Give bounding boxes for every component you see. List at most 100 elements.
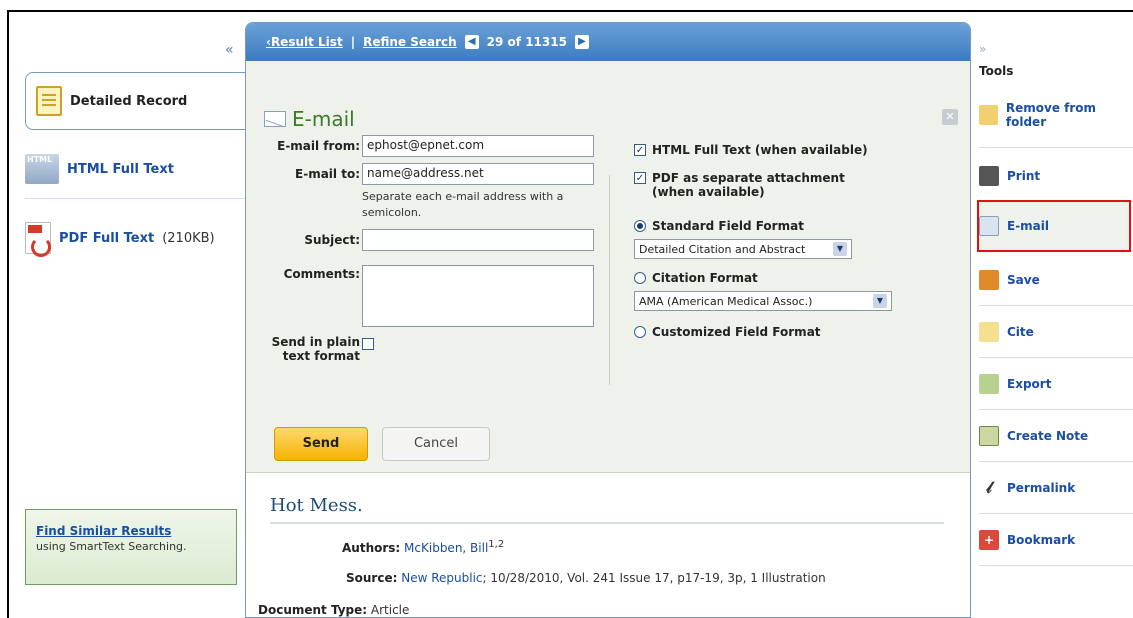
citation-format-option[interactable]: Citation Format	[634, 271, 758, 285]
collapse-left-button[interactable]: «	[225, 42, 234, 58]
cite-icon	[979, 321, 999, 342]
customized-format-radio[interactable]	[634, 326, 646, 338]
comments-field[interactable]	[362, 265, 594, 327]
standard-format-radio[interactable]	[634, 220, 646, 232]
pdf-attachment-label: PDF as separate attachment (when availab…	[652, 171, 845, 199]
email-to-hint-2: semicolon.	[362, 206, 422, 219]
standard-format-select-value: Detailed Citation and Abstract	[639, 242, 806, 256]
pdf-size: (210KB)	[162, 230, 215, 246]
result-position: 29 of 11315	[486, 35, 567, 49]
email-title-text: E-mail	[292, 107, 355, 131]
tool-export-label: Export	[1007, 376, 1052, 391]
tool-create-note-label: Create Note	[1007, 428, 1089, 443]
html-fulltext-option[interactable]: ✓ HTML Full Text (when available)	[634, 143, 868, 157]
find-similar-box[interactable]: Find Similar Results using SmartText Sea…	[25, 509, 237, 585]
tool-remove-label: Remove from folder	[1005, 100, 1097, 129]
tool-cite[interactable]: Cite	[979, 306, 1133, 358]
email-from-field[interactable]: ephost@epnet.com	[362, 135, 594, 157]
next-result-icon[interactable]: ▶	[574, 35, 589, 49]
doctype-value: Article	[370, 603, 410, 617]
author-link[interactable]: McKibben, Bill	[404, 541, 488, 555]
nav-pdf-full-text[interactable]: PDF Full Text (210KB)	[25, 222, 215, 257]
chevron-down-icon: ▼	[833, 242, 847, 256]
send-button[interactable]: Send	[274, 427, 368, 461]
pdf-attachment-label-line1: PDF as separate attachment	[652, 171, 845, 185]
tool-save[interactable]: Save	[979, 254, 1133, 306]
plain-text-label-line2: text format	[282, 349, 360, 363]
citation-format-label: Citation Format	[652, 271, 758, 285]
tool-permalink[interactable]: 𝓁 Permalink	[979, 462, 1133, 514]
standard-format-option[interactable]: Standard Field Format	[634, 219, 804, 233]
separator: |	[350, 35, 356, 49]
pdf-icon	[25, 222, 51, 257]
citation-format-radio[interactable]	[634, 272, 646, 284]
tool-bookmark[interactable]: + Bookmark	[979, 514, 1133, 566]
pdf-attachment-label-line2: (when available)	[652, 185, 765, 199]
citation-format-select[interactable]: AMA (American Medical Assoc.) ▼	[634, 291, 892, 311]
customized-format-label: Customized Field Format	[652, 325, 821, 339]
pdf-attachment-checkbox[interactable]: ✓	[634, 172, 646, 184]
export-icon	[979, 373, 999, 394]
pdf-attachment-option[interactable]: ✓ PDF as separate attachment (when avail…	[634, 171, 845, 199]
left-panel: « Detailed Record HTML HTML Full Text PD…	[9, 12, 245, 618]
standard-format-label: Standard Field Format	[652, 219, 804, 233]
nav-html-full-text[interactable]: HTML HTML Full Text	[25, 154, 174, 184]
result-list-link[interactable]: ‹Result List	[266, 35, 343, 49]
nav-detailed-record-label: Detailed Record	[70, 93, 188, 109]
nav-detailed-record[interactable]: Detailed Record	[25, 72, 245, 130]
tool-save-label: Save	[1007, 272, 1040, 287]
note-icon	[979, 425, 999, 446]
collapse-right-button[interactable]: »	[979, 42, 986, 56]
find-similar-link[interactable]: Find Similar Results	[36, 524, 226, 538]
result-nav-bar: ‹Result List | Refine Search ◀ 29 of 113…	[246, 23, 970, 61]
find-similar-subtitle: using SmartText Searching.	[36, 540, 187, 553]
save-icon	[979, 269, 999, 290]
email-to-label: E-mail to:	[295, 167, 360, 181]
refine-search-link[interactable]: Refine Search	[363, 35, 457, 49]
divider	[25, 198, 245, 199]
html-fulltext-label: HTML Full Text (when available)	[652, 143, 868, 157]
tool-print[interactable]: Print	[979, 150, 1133, 202]
plain-text-checkbox[interactable]	[362, 338, 374, 350]
author-affiliation: 1,2	[488, 539, 505, 550]
email-to-hint: Separate each e-mail address with a	[362, 190, 564, 203]
html-fulltext-checkbox[interactable]: ✓	[634, 144, 646, 156]
nav-pdf-full-text-label: PDF Full Text	[59, 230, 155, 246]
record-title: Hot Mess.	[270, 495, 944, 524]
email-panel: E-mail ✕ E-mail from: ephost@epnet.com E…	[246, 61, 970, 473]
plain-text-label: Send in plain text format	[260, 335, 360, 363]
nav-html-full-text-label: HTML Full Text	[67, 161, 174, 177]
document-icon	[36, 86, 62, 116]
tool-create-note[interactable]: Create Note	[979, 410, 1133, 462]
folder-icon	[979, 104, 998, 125]
chevron-down-icon: ▼	[873, 294, 887, 308]
source-link[interactable]: New Republic	[401, 571, 482, 585]
email-to-field[interactable]: name@address.net	[362, 163, 594, 185]
subject-label: Subject:	[304, 233, 360, 247]
tool-remove-from-folder[interactable]: Remove from folder	[979, 82, 1133, 148]
html-page-icon: HTML	[25, 154, 59, 184]
tool-export[interactable]: Export	[979, 358, 1133, 410]
standard-format-select[interactable]: Detailed Citation and Abstract ▼	[634, 239, 852, 259]
plain-text-label-line1: Send in plain	[271, 335, 360, 349]
email-icon	[979, 216, 999, 236]
cancel-button[interactable]: Cancel	[382, 427, 490, 461]
source-label: Source:	[346, 571, 398, 585]
authors-row: Authors: McKibben, Bill1,2	[342, 539, 504, 555]
form-divider	[609, 175, 610, 385]
tools-panel: » Tools Remove from folder Print E-mail …	[973, 22, 1133, 618]
tool-print-label: Print	[1007, 168, 1041, 183]
previous-result-icon[interactable]: ◀	[464, 35, 479, 49]
comments-label: Comments:	[283, 267, 360, 281]
subject-field[interactable]	[362, 229, 594, 251]
customized-format-option[interactable]: Customized Field Format	[634, 325, 821, 339]
tool-email[interactable]: E-mail	[977, 200, 1131, 252]
tool-permalink-label: Permalink	[1007, 480, 1076, 495]
authors-label: Authors:	[342, 541, 401, 555]
close-icon[interactable]: ✕	[942, 109, 958, 125]
bookmark-icon: +	[979, 529, 999, 550]
email-from-label: E-mail from:	[277, 139, 360, 153]
tool-email-label: E-mail	[1007, 219, 1050, 233]
printer-icon	[979, 165, 999, 186]
tools-title: Tools	[979, 64, 1014, 78]
